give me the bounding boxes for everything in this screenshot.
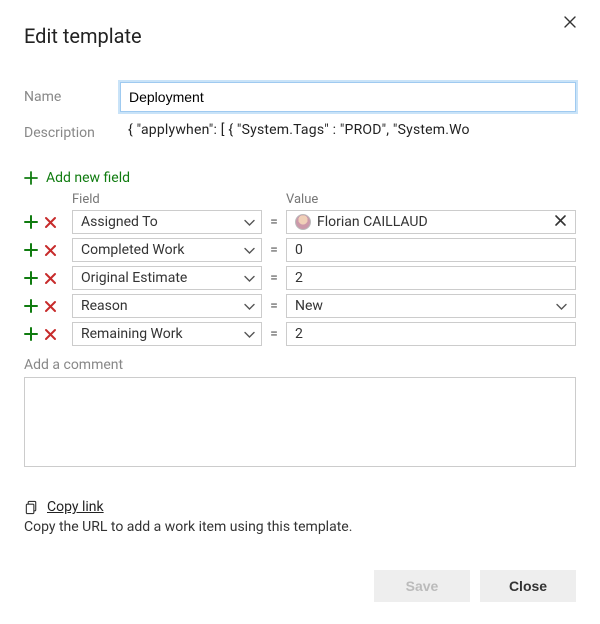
value-text: Florian CAILLAUD bbox=[317, 214, 428, 230]
value-input[interactable]: 2 bbox=[286, 322, 576, 346]
chevron-down-icon bbox=[244, 301, 255, 312]
remove-row-icon[interactable] bbox=[44, 244, 57, 257]
field-select[interactable]: Assigned To bbox=[72, 210, 262, 234]
avatar bbox=[295, 214, 311, 230]
add-row-icon[interactable] bbox=[24, 215, 38, 229]
copy-link-link[interactable]: Copy link bbox=[47, 499, 104, 515]
close-button[interactable]: Close bbox=[480, 570, 576, 602]
value-input[interactable]: 2 bbox=[286, 266, 576, 290]
remove-row-icon[interactable] bbox=[44, 328, 57, 341]
comment-textarea[interactable] bbox=[24, 377, 576, 467]
save-button[interactable]: Save bbox=[374, 570, 470, 602]
fields-body: Assigned To = Florian CAILLAUD Completed Wo… bbox=[24, 209, 576, 347]
equals-sign: = bbox=[262, 326, 286, 342]
chevron-down-icon bbox=[244, 245, 255, 256]
add-row-icon[interactable] bbox=[24, 299, 38, 313]
equals-sign: = bbox=[262, 270, 286, 286]
equals-sign: = bbox=[262, 242, 286, 258]
field-select[interactable]: Reason bbox=[72, 294, 262, 318]
field-row: Remaining Work = 2 bbox=[24, 321, 576, 347]
remove-row-icon[interactable] bbox=[44, 300, 57, 313]
field-row: Completed Work = 0 bbox=[24, 237, 576, 263]
copy-link-hint: Copy the URL to add a work item using th… bbox=[24, 519, 576, 535]
remove-row-icon[interactable] bbox=[44, 272, 57, 285]
comment-label: Add a comment bbox=[24, 357, 576, 373]
name-label: Name bbox=[24, 89, 120, 105]
edit-template-dialog: Edit template Name Description { "applyw… bbox=[0, 0, 600, 535]
field-select-text: Reason bbox=[81, 298, 128, 314]
chevron-down-icon bbox=[244, 217, 255, 228]
name-row: Name bbox=[24, 82, 576, 112]
fields-header: Field Value bbox=[24, 192, 576, 207]
chevron-down-icon bbox=[244, 273, 255, 284]
clear-value-icon[interactable] bbox=[554, 214, 567, 231]
value-text: 0 bbox=[295, 242, 303, 258]
dialog-title: Edit template bbox=[24, 24, 576, 48]
value-text: 2 bbox=[295, 326, 303, 342]
field-row: Assigned To = Florian CAILLAUD bbox=[24, 209, 576, 235]
add-new-field-label: Add new field bbox=[46, 170, 130, 186]
dialog-footer: Save Close bbox=[374, 570, 576, 602]
copy-link-row: Copy link bbox=[24, 499, 576, 515]
field-select[interactable]: Remaining Work bbox=[72, 322, 262, 346]
plus-icon bbox=[24, 171, 38, 185]
remove-row-icon[interactable] bbox=[44, 216, 57, 229]
field-select-text: Remaining Work bbox=[81, 326, 183, 342]
add-row-icon[interactable] bbox=[24, 327, 38, 341]
field-column-header: Field bbox=[72, 192, 262, 207]
value-text: New bbox=[295, 298, 323, 314]
description-label: Description bbox=[24, 125, 120, 141]
value-input[interactable]: Florian CAILLAUD bbox=[286, 210, 576, 234]
value-input[interactable]: 0 bbox=[286, 238, 576, 262]
value-column-header: Value bbox=[286, 192, 576, 207]
field-select-text: Original Estimate bbox=[81, 270, 187, 286]
description-input[interactable]: { "applywhen": [ { "System.Tags" : "PROD… bbox=[120, 118, 576, 148]
add-row-icon[interactable] bbox=[24, 243, 38, 257]
copy-icon bbox=[24, 500, 39, 515]
chevron-down-icon bbox=[556, 301, 567, 312]
field-select[interactable]: Completed Work bbox=[72, 238, 262, 262]
chevron-down-icon bbox=[244, 329, 255, 340]
field-row: Reason = New bbox=[24, 293, 576, 319]
equals-sign: = bbox=[262, 298, 286, 314]
equals-sign: = bbox=[262, 214, 286, 230]
fields-section: Add new field Field Value Assigned To = Fl… bbox=[24, 170, 576, 347]
value-text: 2 bbox=[295, 270, 303, 286]
close-icon[interactable] bbox=[562, 14, 578, 30]
add-row-icon[interactable] bbox=[24, 271, 38, 285]
field-select[interactable]: Original Estimate bbox=[72, 266, 262, 290]
field-select-text: Assigned To bbox=[81, 214, 158, 230]
field-row: Original Estimate = 2 bbox=[24, 265, 576, 291]
description-row: Description { "applywhen": [ { "System.T… bbox=[24, 118, 576, 148]
field-select-text: Completed Work bbox=[81, 242, 184, 258]
add-new-field-button[interactable]: Add new field bbox=[24, 170, 576, 186]
name-input[interactable] bbox=[120, 82, 576, 112]
value-input[interactable]: New bbox=[286, 294, 576, 318]
